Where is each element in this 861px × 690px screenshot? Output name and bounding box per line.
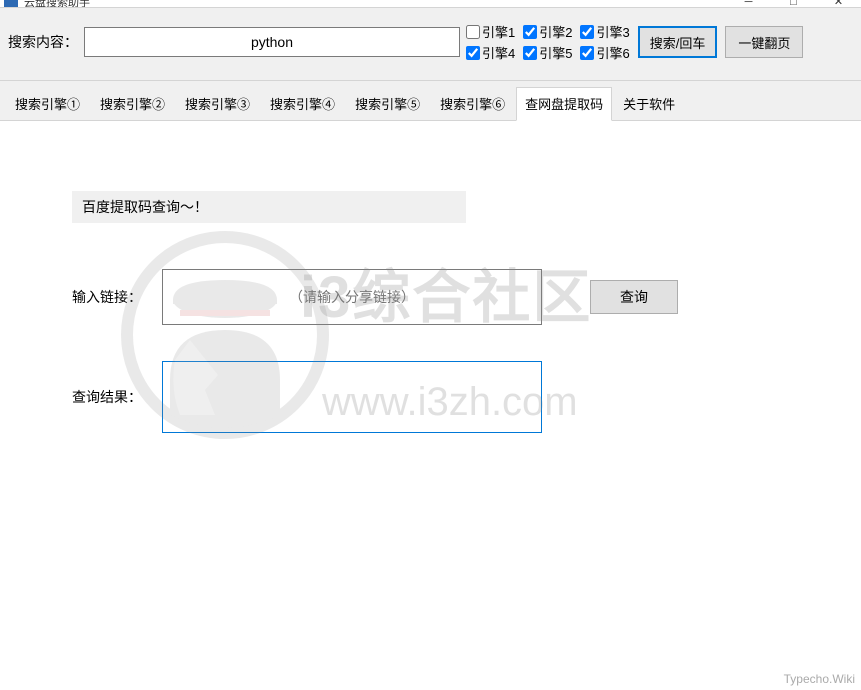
engine-1-checkbox[interactable]: 引擎1 (466, 22, 515, 41)
engine-5-input[interactable] (523, 46, 537, 60)
engine-4-input[interactable] (466, 46, 480, 60)
tab-engine-6[interactable]: 搜索引擎⑥ (431, 87, 514, 120)
window-controls: ─ □ ✕ (726, 0, 861, 8)
panel-heading: 百度提取码查询～！ (72, 191, 466, 223)
engine-5-label: 引擎5 (539, 43, 572, 62)
link-row: 输入链接： 查询 (72, 269, 841, 325)
window-titlebar: 云盘搜索助手 ─ □ ✕ (0, 0, 861, 8)
engine-1-label: 引擎1 (482, 22, 515, 41)
engine-3-label: 引擎3 (596, 22, 629, 41)
link-input[interactable] (162, 269, 542, 325)
query-button[interactable]: 查询 (590, 280, 678, 314)
tab-engine-2[interactable]: 搜索引擎② (91, 87, 174, 120)
link-label: 输入链接： (72, 287, 162, 307)
engine-checkbox-group: 引擎1 引擎2 引擎3 引擎4 引擎5 引擎6 (466, 22, 630, 62)
maximize-button[interactable]: □ (771, 0, 816, 8)
app-icon (4, 0, 18, 7)
tabstrip: 搜索引擎① 搜索引擎② 搜索引擎③ 搜索引擎④ 搜索引擎⑤ 搜索引擎⑥ 查网盘提… (0, 81, 861, 121)
extract-code-panel: 百度提取码查询～！ 输入链接： 查询 查询结果： (0, 121, 861, 681)
engine-4-label: 引擎4 (482, 43, 515, 62)
engine-3-input[interactable] (580, 25, 594, 39)
engine-1-input[interactable] (466, 25, 480, 39)
engine-3-checkbox[interactable]: 引擎3 (580, 22, 629, 41)
search-input[interactable] (84, 27, 460, 57)
search-label: 搜索内容： (8, 32, 78, 52)
engine-4-checkbox[interactable]: 引擎4 (466, 43, 515, 62)
tab-engine-5[interactable]: 搜索引擎⑤ (346, 87, 429, 120)
nextpage-button[interactable]: 一键翻页 (725, 26, 803, 58)
result-row: 查询结果： (72, 361, 841, 433)
minimize-button[interactable]: ─ (726, 0, 771, 8)
footer-credit: Typecho.Wiki (784, 672, 855, 686)
engine-6-label: 引擎6 (596, 43, 629, 62)
engine-2-label: 引擎2 (539, 22, 572, 41)
tab-extract-code[interactable]: 查网盘提取码 (516, 87, 612, 121)
engine-2-checkbox[interactable]: 引擎2 (523, 22, 572, 41)
engine-6-input[interactable] (580, 46, 594, 60)
tab-engine-3[interactable]: 搜索引擎③ (176, 87, 259, 120)
search-toolbar: 搜索内容： 引擎1 引擎2 引擎3 引擎4 引擎5 引擎6 搜索/回车 一键翻页 (0, 8, 861, 81)
window-title: 云盘搜索助手 (24, 0, 90, 7)
tab-engine-1[interactable]: 搜索引擎① (6, 87, 89, 120)
search-button[interactable]: 搜索/回车 (638, 26, 718, 58)
engine-2-input[interactable] (523, 25, 537, 39)
close-button[interactable]: ✕ (816, 0, 861, 8)
engine-5-checkbox[interactable]: 引擎5 (523, 43, 572, 62)
result-label: 查询结果： (72, 387, 162, 407)
result-input[interactable] (162, 361, 542, 433)
engine-6-checkbox[interactable]: 引擎6 (580, 43, 629, 62)
tab-about[interactable]: 关于软件 (614, 87, 684, 120)
tab-engine-4[interactable]: 搜索引擎④ (261, 87, 344, 120)
